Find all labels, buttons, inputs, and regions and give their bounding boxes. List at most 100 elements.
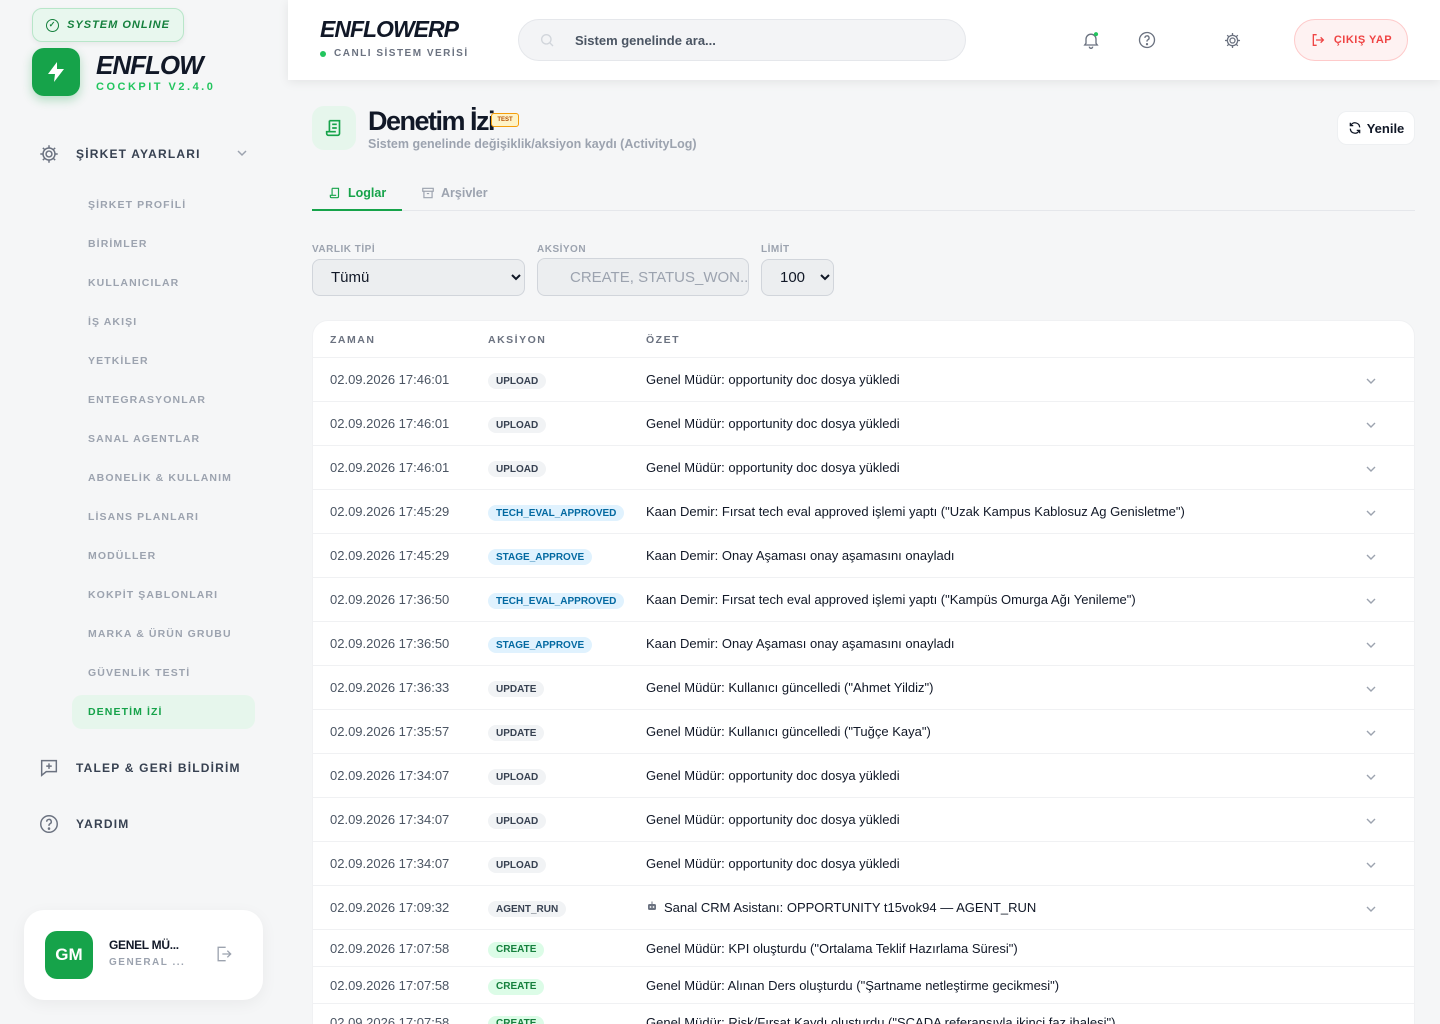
logout-icon bbox=[1312, 34, 1325, 46]
avatar: GM bbox=[45, 931, 93, 979]
table-row[interactable]: 02.09.2026 17:36:33 UPDATE Genel Müdür: Ku… bbox=[313, 666, 1414, 710]
time-cell: 02.09.2026 17:34:07 bbox=[330, 768, 450, 783]
app-title: ENFLOWERP bbox=[320, 16, 459, 42]
tab-logs[interactable]: Loglar bbox=[312, 176, 403, 211]
chevron-down-icon[interactable] bbox=[1365, 858, 1377, 870]
notifications-button[interactable] bbox=[1077, 26, 1105, 54]
refresh-label: Yenile bbox=[1366, 120, 1405, 136]
time-cell: 02.09.2026 17:07:58 bbox=[330, 977, 450, 993]
table-row: 02.09.2026 17:07:58 CREATE Genel Müdür: Al… bbox=[313, 967, 1414, 1004]
help-button[interactable] bbox=[1133, 26, 1161, 54]
chevron-down-icon[interactable] bbox=[1365, 770, 1377, 782]
summary-cell: Kaan Demir: Onay Aşaması onay aşamasını … bbox=[646, 636, 955, 651]
time-cell: 02.09.2026 17:45:29 bbox=[330, 504, 450, 519]
system-status-label: SYSTEM ONLINE bbox=[67, 19, 170, 31]
summary-cell: Genel Müdür: opportunity doc dosya yükle… bbox=[646, 416, 900, 431]
chevron-down-icon[interactable] bbox=[1365, 594, 1377, 606]
summary-text: Genel Müdür: opportunity doc dosya yükle… bbox=[646, 812, 900, 827]
limit-select[interactable]: 100 bbox=[761, 259, 834, 296]
summary-cell: Genel Müdür: Kullanıcı güncelledi ("Ahme… bbox=[646, 680, 933, 695]
logout-icon[interactable] bbox=[214, 944, 234, 969]
action-badge: CREATE bbox=[488, 978, 545, 995]
summary-text: Kaan Demir: Onay Aşaması onay aşamasını … bbox=[646, 636, 955, 651]
settings-button[interactable] bbox=[1218, 26, 1246, 54]
table-row[interactable]: 02.09.2026 17:46:01 UPLOAD Genel Müdür: op… bbox=[313, 446, 1414, 490]
table-row[interactable]: 02.09.2026 17:34:07 UPLOAD Genel Müdür: op… bbox=[313, 754, 1414, 798]
table-row[interactable]: 02.09.2026 17:34:07 UPLOAD Genel Müdür: op… bbox=[313, 798, 1414, 842]
help-circle-icon bbox=[40, 815, 58, 833]
summary-text: Genel Müdür: opportunity doc dosya yükle… bbox=[646, 460, 900, 475]
logo-icon[interactable] bbox=[32, 48, 80, 96]
table-row[interactable]: 02.09.2026 17:35:57 UPDATE Genel Müdür: Ku… bbox=[313, 710, 1414, 754]
table-row: 02.09.2026 17:07:58 CREATE Genel Müdür: KP… bbox=[313, 930, 1414, 967]
sidebar-sub-item[interactable]: ENTEGRASYONLAR bbox=[72, 383, 255, 417]
user-card[interactable]: GM GENEL MÜ... GENERAL ... bbox=[24, 910, 263, 1000]
sidebar-sub-item[interactable]: SANAL AGENTLAR bbox=[72, 422, 255, 456]
sidebar-sub-item[interactable]: GÜVENLİK TESTİ bbox=[72, 656, 255, 690]
chevron-down-icon[interactable] bbox=[1365, 814, 1377, 826]
scroll-icon bbox=[329, 187, 340, 198]
chevron-down-icon[interactable] bbox=[1365, 902, 1377, 914]
summary-text: Genel Müdür: Alınan Ders oluşturdu ("Şar… bbox=[646, 977, 1060, 993]
table-row: 02.09.2026 17:07:58 CREATE Genel Müdür: Ri… bbox=[313, 1004, 1414, 1024]
table-row[interactable]: 02.09.2026 17:46:01 UPLOAD Genel Müdür: op… bbox=[313, 358, 1414, 402]
sidebar-sub-item[interactable]: LİSANS PLANLARI bbox=[72, 500, 255, 534]
sidebar-sub-item[interactable]: ABONELİK & KULLANIM bbox=[72, 461, 255, 495]
live-dot-icon bbox=[320, 50, 326, 57]
tab-label: Arşivler bbox=[441, 186, 488, 200]
time-cell: 02.09.2026 17:46:01 bbox=[330, 460, 450, 475]
sidebar-sub-item[interactable]: KULLANICILAR bbox=[72, 266, 255, 300]
summary-text: Genel Müdür: KPI oluşturdu ("Ortalama Te… bbox=[646, 940, 1018, 956]
action-badge: UPLOAD bbox=[488, 857, 547, 873]
summary-text: Genel Müdür: opportunity doc dosya yükle… bbox=[646, 416, 900, 431]
entity-type-select[interactable]: Tümü bbox=[312, 259, 525, 296]
chevron-down-icon[interactable] bbox=[1365, 682, 1377, 694]
sidebar-sub-item[interactable]: DENETİM İZİ bbox=[72, 695, 255, 729]
summary-cell: Genel Müdür: Alınan Ders oluşturdu ("Şar… bbox=[646, 978, 1059, 993]
sidebar-sub-item[interactable]: KOKPİT ŞABLONLARI bbox=[72, 578, 255, 612]
nav-section-feedback[interactable]: TALEP & GERİ BİLDİRİM bbox=[38, 752, 258, 784]
time-cell: 02.09.2026 17:35:57 bbox=[330, 724, 450, 739]
nav-section-help[interactable]: YARDIM bbox=[38, 808, 258, 840]
chevron-down-icon[interactable] bbox=[1365, 506, 1377, 518]
table-row[interactable]: 02.09.2026 17:34:07 UPLOAD Genel Müdür: op… bbox=[313, 842, 1414, 886]
time-cell: 02.09.2026 17:45:29 bbox=[330, 548, 450, 563]
action-filter-input[interactable] bbox=[537, 258, 749, 296]
action-badge: STAGE_APPROVE bbox=[488, 637, 593, 653]
sidebar-sub-item[interactable]: ŞİRKET PROFİLİ bbox=[72, 188, 255, 222]
table-row[interactable]: 02.09.2026 17:45:29 TECH_EVAL_APPROVED Kaa… bbox=[313, 490, 1414, 534]
table-row[interactable]: 02.09.2026 17:36:50 TECH_EVAL_APPROVED Kaa… bbox=[313, 578, 1414, 622]
logout-button[interactable]: ÇIKIŞ YAP bbox=[1294, 19, 1408, 61]
table-row[interactable]: 02.09.2026 17:46:01 UPLOAD Genel Müdür: op… bbox=[313, 402, 1414, 446]
time-cell: 02.09.2026 17:36:50 bbox=[330, 636, 450, 651]
global-search[interactable] bbox=[518, 19, 966, 61]
archive-icon bbox=[422, 187, 434, 199]
sidebar-sub-item[interactable]: YETKİLER bbox=[72, 344, 255, 378]
table-row[interactable]: 02.09.2026 17:45:29 STAGE_APPROVE Kaan Dem… bbox=[313, 534, 1414, 578]
chevron-down-icon[interactable] bbox=[1365, 374, 1377, 386]
summary-text: Sanal CRM Asistanı: OPPORTUNITY t15vok94… bbox=[664, 900, 1037, 915]
column-header-time: ZAMAN bbox=[330, 334, 376, 346]
table-row[interactable]: 02.09.2026 17:36:50 STAGE_APPROVE Kaan Dem… bbox=[313, 622, 1414, 666]
action-badge: UPLOAD bbox=[488, 769, 547, 785]
refresh-button[interactable]: Yenile bbox=[1337, 111, 1415, 145]
chevron-down-icon bbox=[236, 147, 248, 162]
chevron-down-icon[interactable] bbox=[1365, 638, 1377, 650]
nav-section-company-settings[interactable]: ŞİRKET AYARLARI bbox=[38, 138, 258, 170]
search-input[interactable] bbox=[575, 32, 935, 48]
summary-text: Genel Müdür: opportunity doc dosya yükle… bbox=[646, 856, 900, 871]
sidebar-sub-item[interactable]: BİRİMLER bbox=[72, 227, 255, 261]
sidebar-sub-item[interactable]: MODÜLLER bbox=[72, 539, 255, 573]
refresh-icon bbox=[1349, 122, 1361, 134]
nav-section-label: YARDIM bbox=[76, 817, 130, 831]
action-badge: UPLOAD bbox=[488, 813, 547, 829]
chevron-down-icon[interactable] bbox=[1365, 550, 1377, 562]
sidebar-sub-item[interactable]: İŞ AKIŞI bbox=[72, 305, 255, 339]
chevron-down-icon[interactable] bbox=[1365, 418, 1377, 430]
chevron-down-icon[interactable] bbox=[1365, 462, 1377, 474]
chevron-down-icon[interactable] bbox=[1365, 726, 1377, 738]
sidebar-sub-item[interactable]: MARKA & ÜRÜN GRUBU bbox=[72, 617, 255, 651]
action-badge: TECH_EVAL_APPROVED bbox=[488, 505, 625, 521]
tab-archives[interactable]: Arşivler bbox=[405, 176, 504, 210]
table-row[interactable]: 02.09.2026 17:09:32 AGENT_RUN Sanal CRM As… bbox=[313, 886, 1414, 930]
